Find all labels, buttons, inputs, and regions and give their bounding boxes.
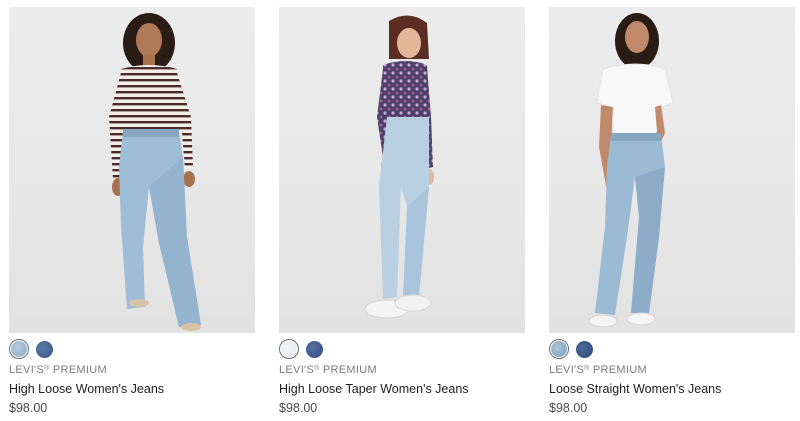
product-card[interactable]: LEVI'S® PREMIUM High Loose Taper Women's… — [279, 7, 525, 419]
product-name-link[interactable]: High Loose Taper Women's Jeans — [279, 382, 469, 396]
swatch-dot — [11, 341, 27, 357]
color-swatch-dark-wash[interactable] — [574, 339, 594, 359]
color-swatches — [549, 338, 594, 360]
product-price: $98.00 — [9, 401, 48, 415]
product-brand: LEVI'S® PREMIUM — [279, 364, 377, 376]
product-image[interactable] — [279, 7, 525, 333]
product-brand: LEVI'S® PREMIUM — [9, 364, 107, 376]
swatch-dot — [305, 340, 323, 358]
color-swatches — [9, 338, 54, 360]
product-image[interactable] — [9, 7, 255, 333]
color-swatch-dark-wash[interactable] — [304, 339, 324, 359]
product-name-link[interactable]: High Loose Women's Jeans — [9, 382, 164, 396]
color-swatch-white-wash[interactable] — [279, 339, 299, 359]
model-photo-icon — [364, 15, 434, 319]
color-swatch-light-wash[interactable] — [549, 339, 569, 359]
color-swatches — [279, 338, 324, 360]
product-card[interactable]: LEVI'S® PREMIUM Loose Straight Women's J… — [549, 7, 795, 419]
product-name-link[interactable]: Loose Straight Women's Jeans — [549, 382, 721, 396]
model-photo-icon — [588, 13, 674, 328]
product-grid: LEVI'S® PREMIUM High Loose Women's Jeans… — [0, 0, 800, 421]
swatch-dot — [575, 340, 593, 358]
product-price: $98.00 — [279, 401, 318, 415]
swatch-dot — [551, 341, 567, 357]
color-swatch-light-wash[interactable] — [9, 339, 29, 359]
product-image[interactable] — [549, 7, 795, 333]
product-price: $98.00 — [549, 401, 588, 415]
swatch-dot — [35, 340, 53, 358]
product-brand: LEVI'S® PREMIUM — [549, 364, 647, 376]
color-swatch-dark-wash[interactable] — [34, 339, 54, 359]
swatch-dot — [281, 341, 297, 357]
model-photo-icon — [109, 13, 201, 331]
product-card[interactable]: LEVI'S® PREMIUM High Loose Women's Jeans… — [9, 7, 255, 419]
